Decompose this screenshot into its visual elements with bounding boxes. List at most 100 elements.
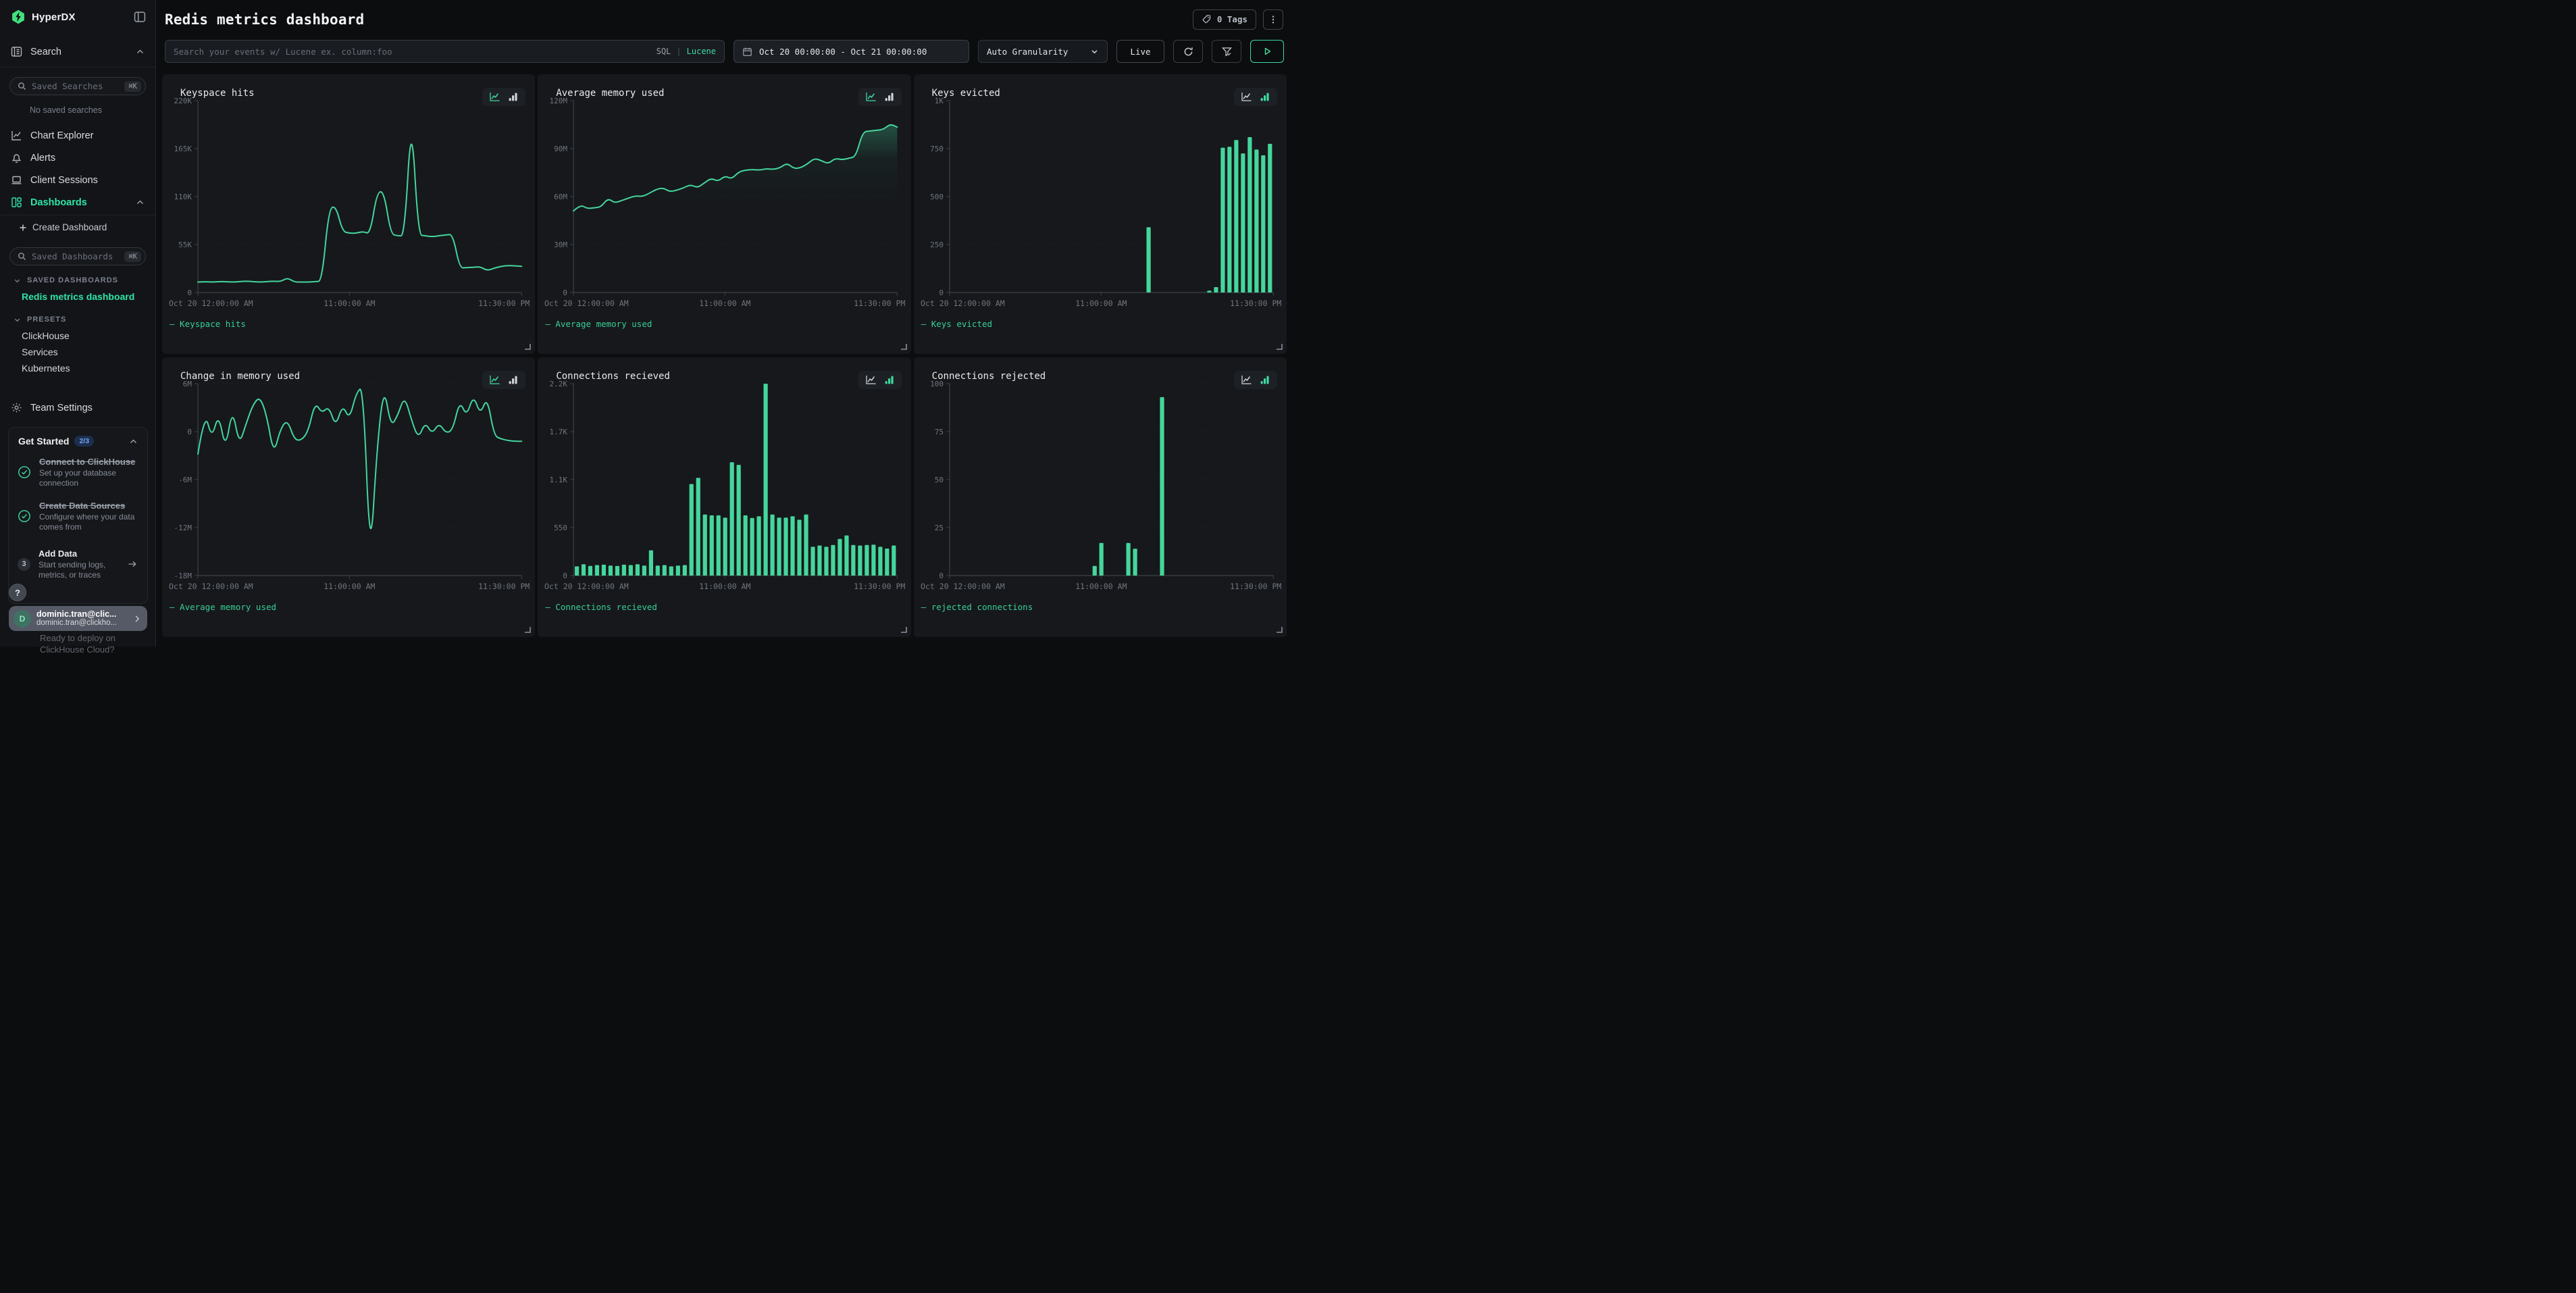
sidebar-item-alerts[interactable]: Alerts bbox=[0, 147, 155, 169]
line-view-icon[interactable] bbox=[865, 91, 877, 103]
resize-handle-icon[interactable] bbox=[1276, 343, 1283, 350]
chart-title: Keyspace hits bbox=[180, 88, 255, 99]
sidebar-item-chart-explorer[interactable]: Chart Explorer bbox=[0, 124, 155, 147]
lucene-mode-toggle[interactable]: Lucene bbox=[687, 47, 716, 56]
line-view-icon[interactable] bbox=[1241, 374, 1252, 386]
sidebar-item-team-settings[interactable]: Team Settings bbox=[0, 397, 155, 419]
svg-text:11:00:00 AM: 11:00:00 AM bbox=[1075, 299, 1127, 308]
clickhouse-cloud-promo: Ready to deploy on ClickHouse Cloud? bbox=[40, 632, 115, 655]
preset-label: ClickHouse bbox=[22, 330, 70, 341]
chart-legend[interactable]: — Average memory used bbox=[545, 319, 652, 329]
create-dashboard-button[interactable]: Create Dashboard bbox=[0, 216, 155, 238]
live-label: Live bbox=[1130, 47, 1150, 57]
svg-text:30M: 30M bbox=[554, 240, 567, 249]
chart-panel-keys-evicted: 1K7505002500Oct 20 12:00:00 AM11:00:00 A… bbox=[914, 74, 1287, 354]
bar-view-icon[interactable] bbox=[507, 91, 519, 103]
sidebar-nav: Chart Explorer Alerts Client Sessions Da… bbox=[0, 124, 155, 216]
dashboard-link-label: Redis metrics dashboard bbox=[22, 291, 134, 302]
chart-legend[interactable]: — Keyspace hits bbox=[170, 319, 246, 329]
chevron-up-icon[interactable] bbox=[136, 47, 145, 56]
saved-searches-field[interactable] bbox=[32, 81, 119, 91]
event-search-input[interactable] bbox=[174, 47, 651, 57]
svg-text:55K: 55K bbox=[178, 240, 192, 249]
sidebar-item-label: Client Sessions bbox=[30, 175, 98, 186]
bar-view-icon[interactable] bbox=[1259, 374, 1270, 386]
refresh-button[interactable] bbox=[1173, 40, 1203, 63]
sidebar-item-preset-services[interactable]: Services bbox=[22, 344, 155, 360]
chart-title: Connections recieved bbox=[556, 371, 670, 382]
bar-view-icon[interactable] bbox=[883, 374, 895, 386]
sidebar-item-dashboards[interactable]: Dashboards bbox=[0, 191, 155, 213]
chevron-down-icon bbox=[14, 316, 21, 324]
arrow-right-icon[interactable] bbox=[127, 559, 138, 569]
date-range-value: Oct 20 00:00:00 - Oct 21 00:00:00 bbox=[759, 47, 927, 57]
resize-handle-icon[interactable] bbox=[524, 343, 531, 350]
chevron-down-icon bbox=[14, 277, 21, 284]
svg-text:11:30:00 PM: 11:30:00 PM bbox=[478, 582, 530, 591]
dashboard-menu-button[interactable] bbox=[1263, 9, 1283, 30]
sidebar-item-preset-clickhouse[interactable]: ClickHouse bbox=[22, 328, 155, 344]
chart-canvas-average-memory-used: 120M90M60M30M0Oct 20 12:00:00 AM11:00:00… bbox=[538, 74, 910, 354]
chevron-up-icon[interactable] bbox=[129, 437, 138, 446]
line-view-icon[interactable] bbox=[489, 374, 500, 386]
chart-legend[interactable]: — Connections recieved bbox=[545, 602, 657, 612]
task-create-data-sources[interactable]: Create Data Sources Configure where your… bbox=[9, 495, 147, 538]
resize-handle-icon[interactable] bbox=[900, 343, 907, 350]
resize-handle-icon[interactable] bbox=[524, 626, 531, 633]
filter-button[interactable] bbox=[1212, 40, 1241, 63]
presets-section-header[interactable]: PRESETS bbox=[14, 315, 145, 324]
line-view-icon[interactable] bbox=[865, 374, 877, 386]
date-range-picker[interactable]: Oct 20 00:00:00 - Oct 21 00:00:00 bbox=[733, 40, 969, 63]
resize-handle-icon[interactable] bbox=[900, 626, 907, 633]
chart-title: Keys evicted bbox=[932, 88, 1000, 99]
sidebar-item-search[interactable]: Search bbox=[0, 41, 155, 68]
line-view-icon[interactable] bbox=[1241, 91, 1252, 103]
svg-text:11:30:00 PM: 11:30:00 PM bbox=[478, 299, 530, 308]
chart-legend[interactable]: — Average memory used bbox=[170, 602, 276, 612]
saved-dashboards-input[interactable]: ⌘K bbox=[9, 247, 146, 265]
task-add-data[interactable]: 3 Add Data Start sending logs, metrics, … bbox=[9, 538, 147, 586]
chart-canvas-connections-recieved: 2.2K1.7K1.1K5500Oct 20 12:00:00 AM11:00:… bbox=[538, 357, 910, 637]
promo-line1: Ready to deploy on bbox=[40, 632, 115, 644]
shortcut-badge: ⌘K bbox=[124, 81, 141, 92]
help-button[interactable]: ? bbox=[9, 584, 26, 601]
svg-text:75: 75 bbox=[934, 428, 943, 436]
collapse-sidebar-icon[interactable] bbox=[134, 11, 146, 23]
sql-mode-toggle[interactable]: SQL bbox=[656, 47, 671, 56]
profile-menu-button[interactable]: D dominic.tran@clic... dominic.tran@clic… bbox=[9, 606, 147, 631]
chevron-up-icon[interactable] bbox=[136, 198, 145, 207]
kebab-menu-icon bbox=[1268, 15, 1278, 24]
chart-panel-average-memory-used: 120M90M60M30M0Oct 20 12:00:00 AM11:00:00… bbox=[538, 74, 910, 354]
chart-view-toggle bbox=[858, 371, 902, 389]
task-desc: Set up your database connection bbox=[39, 468, 138, 488]
sidebar-item-label: Alerts bbox=[30, 153, 55, 163]
chart-legend[interactable]: — Keys evicted bbox=[921, 319, 992, 329]
sidebar-item-preset-kubernetes[interactable]: Kubernetes bbox=[22, 360, 155, 376]
granularity-select[interactable]: Auto Granularity bbox=[978, 40, 1108, 63]
chart-view-toggle bbox=[858, 88, 902, 106]
main-content: Redis metrics dashboard 0 Tags SQL | Luc… bbox=[157, 0, 1288, 637]
bar-view-icon[interactable] bbox=[507, 374, 519, 386]
task-connect-clickhouse[interactable]: Connect to ClickHouse Set up your databa… bbox=[9, 451, 147, 495]
svg-text:0: 0 bbox=[187, 288, 192, 297]
check-circle-icon bbox=[18, 509, 31, 523]
search-icon bbox=[18, 252, 26, 261]
tags-button[interactable]: 0 Tags bbox=[1193, 9, 1256, 30]
bar-view-icon[interactable] bbox=[883, 91, 895, 103]
svg-text:-6M: -6M bbox=[178, 476, 192, 484]
refresh-icon bbox=[1183, 46, 1194, 57]
svg-text:11:00:00 AM: 11:00:00 AM bbox=[324, 582, 375, 591]
sidebar-item-client-sessions[interactable]: Client Sessions bbox=[0, 169, 155, 191]
saved-dashboards-field[interactable] bbox=[32, 251, 119, 261]
bar-view-icon[interactable] bbox=[1259, 91, 1270, 103]
line-view-icon[interactable] bbox=[489, 91, 500, 103]
live-button[interactable]: Live bbox=[1116, 40, 1164, 63]
sidebar-item-redis-metrics-dashboard[interactable]: Redis metrics dashboard bbox=[22, 288, 155, 305]
saved-searches-input[interactable]: ⌘K bbox=[9, 77, 146, 95]
run-query-button[interactable] bbox=[1250, 40, 1284, 63]
svg-text:0: 0 bbox=[939, 572, 944, 580]
dashboards-icon bbox=[11, 197, 22, 208]
saved-dashboards-section-header[interactable]: SAVED DASHBOARDS bbox=[14, 276, 145, 284]
resize-handle-icon[interactable] bbox=[1276, 626, 1283, 633]
chart-legend[interactable]: — rejected connections bbox=[921, 602, 1033, 612]
